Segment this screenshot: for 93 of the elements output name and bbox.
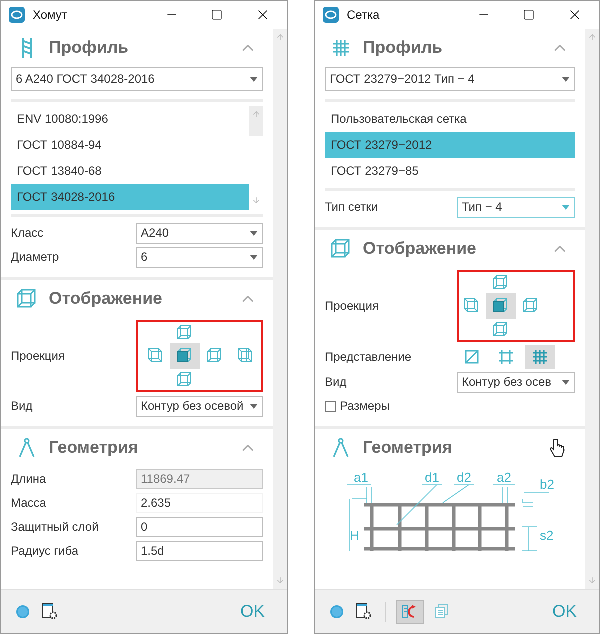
compass-icon — [332, 438, 350, 458]
dimension-label: a1 — [354, 470, 368, 485]
dropdown[interactable]: Тип − 4 — [457, 196, 575, 218]
dimension-label: s2 — [540, 528, 554, 543]
section-title: Геометрия — [49, 437, 138, 460]
dropdown[interactable]: Контур без осевой — [136, 396, 263, 416]
field-label: Диаметр — [11, 249, 60, 266]
view-cube-icon[interactable] — [493, 298, 509, 314]
section-title: Отображение — [49, 288, 163, 310]
dropdown[interactable]: 6 — [136, 246, 263, 268]
view-cube-icon[interactable] — [493, 321, 509, 337]
arrow-up-icon — [276, 33, 284, 42]
caret-icon — [562, 204, 570, 210]
mesh-view-icon — [533, 350, 547, 364]
settings-icon — [42, 603, 58, 620]
list-item[interactable]: ENV 10080:1996 — [11, 106, 249, 132]
view-cube-icon[interactable] — [206, 348, 222, 364]
maximize-icon[interactable] — [211, 9, 223, 21]
field-label: Проекция — [11, 348, 65, 365]
view-cube-icon[interactable] — [463, 298, 479, 314]
settings-icon — [356, 603, 372, 620]
cube-icon — [331, 239, 351, 259]
dimension-label: d1 — [425, 470, 440, 485]
reverse-icon — [402, 604, 418, 620]
view-cube-icon[interactable] — [176, 325, 192, 341]
compass-icon — [18, 438, 36, 458]
caret-icon — [250, 254, 258, 260]
scrollbar[interactable] — [273, 29, 287, 589]
field-label: Класс — [11, 225, 44, 242]
section-title: Профиль — [363, 37, 443, 60]
rebar-icon — [20, 37, 34, 59]
dimension-label: b2 — [540, 477, 554, 492]
field-label: Радиус гиба — [11, 543, 79, 560]
section-title: Профиль — [49, 37, 129, 60]
dimension-label: d2 — [457, 470, 472, 485]
mesh-view-button[interactable] — [525, 345, 555, 369]
input-field[interactable]: 1.5d — [136, 541, 263, 561]
dimension-label: H — [350, 528, 360, 543]
input-field[interactable]: 2.635 — [136, 493, 263, 513]
view-cube-icon[interactable] — [493, 275, 509, 291]
help-icon — [330, 604, 344, 618]
caret-icon — [250, 76, 258, 82]
size-checkbox[interactable]: Размеры — [325, 394, 390, 418]
list-item[interactable]: ГОСТ 23279−85 — [325, 158, 575, 184]
solid-view-icon — [465, 350, 479, 364]
arrow-down-icon — [252, 196, 260, 204]
field-label: Масса — [11, 495, 46, 512]
list-item[interactable]: ГОСТ 34028-2016 — [11, 184, 249, 210]
view-cube-icon[interactable] — [236, 348, 252, 364]
scrollbar[interactable] — [585, 29, 599, 589]
field-label: Проекция — [325, 298, 379, 315]
field-label: Длина — [11, 471, 46, 488]
arrow-up-icon — [252, 110, 260, 119]
section-title: Геометрия — [363, 437, 452, 460]
field-label: Тип сетки — [325, 199, 378, 216]
caret-icon — [250, 230, 258, 236]
arrow-down-icon — [588, 576, 596, 585]
grid-icon — [332, 39, 350, 57]
view-cube-icon[interactable] — [146, 348, 162, 364]
field-label: Защитный слой — [11, 519, 99, 536]
hand-cursor-icon — [549, 439, 565, 459]
caret-icon — [562, 380, 570, 384]
field-label: Вид — [325, 374, 347, 391]
view-cube-icon[interactable] — [176, 371, 192, 387]
app-icon — [323, 7, 339, 23]
field-label: Представление — [325, 349, 412, 366]
list-item[interactable]: ГОСТ 23279−2012 — [325, 132, 575, 158]
caret-icon — [562, 76, 570, 82]
view-cube-icon[interactable] — [523, 298, 539, 314]
list-item[interactable]: Пользовательская сетка — [325, 106, 575, 132]
maximize-icon[interactable] — [523, 9, 535, 21]
dropdown[interactable]: A240 — [136, 222, 263, 244]
cube-icon — [17, 289, 37, 309]
window-title: Хомут — [33, 7, 68, 24]
help-icon — [16, 604, 30, 618]
copy-icon — [435, 604, 449, 619]
dropdown[interactable]: Контур без осев — [457, 372, 575, 392]
app-icon — [9, 7, 25, 23]
dimension-label: a2 — [497, 470, 512, 485]
caret-icon — [250, 404, 258, 408]
dropdown[interactable]: ГОСТ 23279−2012 Тип − 4 — [325, 67, 575, 91]
arrow-down-icon — [276, 576, 284, 585]
window-title: Сетка — [347, 7, 380, 24]
view-cube-icon[interactable] — [176, 348, 192, 364]
dropdown[interactable]: 6 A240 ГОСТ 34028-2016 — [11, 67, 263, 91]
frame-view-icon — [499, 350, 513, 364]
arrow-up-icon — [588, 33, 596, 42]
list-item[interactable]: ГОСТ 13840-68 — [11, 158, 249, 184]
input-field[interactable]: 0 — [136, 517, 263, 537]
section-title: Отображение — [363, 238, 477, 260]
reverse-button[interactable] — [396, 600, 424, 624]
field-label: Вид — [11, 398, 33, 415]
list-item[interactable]: ГОСТ 10884-94 — [11, 132, 249, 158]
